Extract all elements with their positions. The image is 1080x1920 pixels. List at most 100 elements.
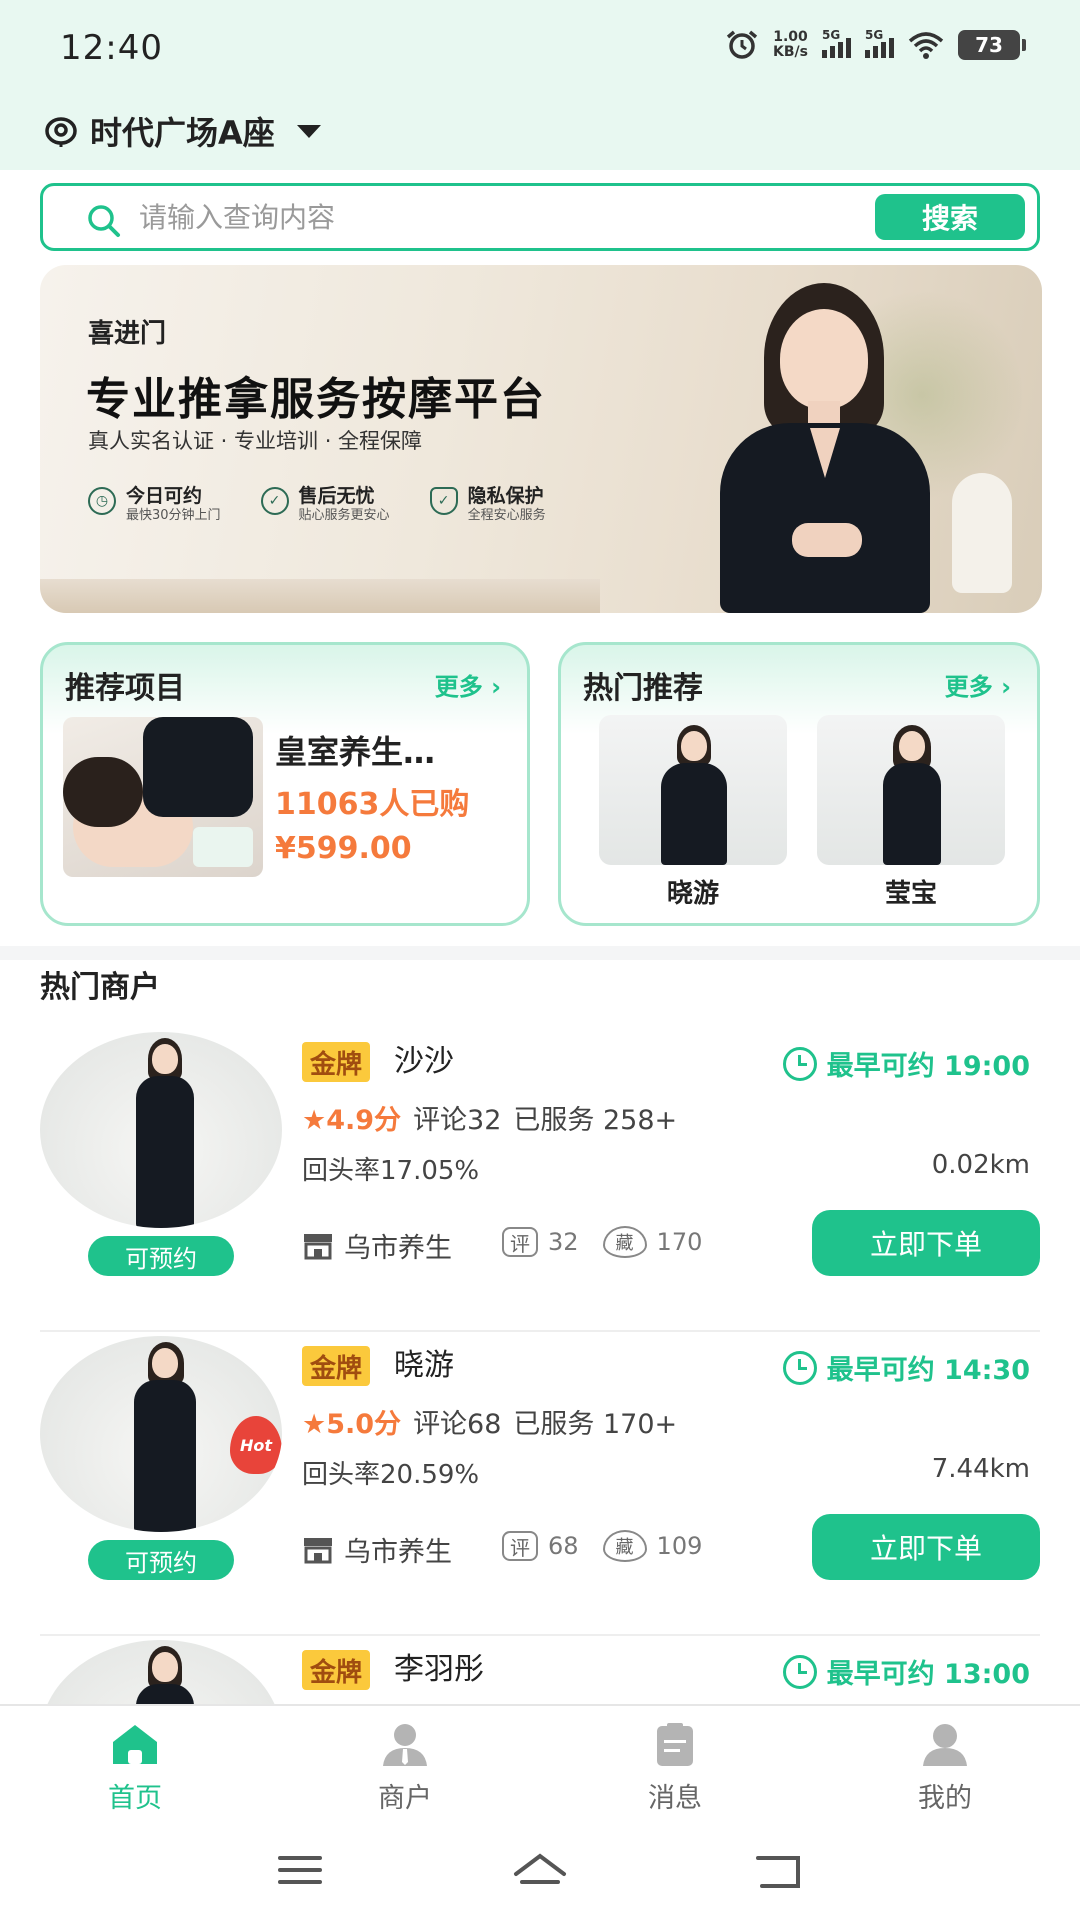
- feature-title: 隐私保护: [467, 485, 544, 507]
- gold-badge: 金牌: [302, 1650, 371, 1690]
- tab-home[interactable]: 首页: [0, 1706, 270, 1824]
- tab-profile[interactable]: 我的: [810, 1706, 1080, 1824]
- promo-banner[interactable]: 喜进门 专业推拿服务按摩平台 真人实名认证 · 专业培训 · 全程保障 ◷ 今日…: [40, 265, 1042, 613]
- wifi-icon: [908, 32, 944, 59]
- repeat-rate: 回头率20.59%: [302, 1460, 480, 1490]
- order-now-button[interactable]: 立即下单: [812, 1210, 1040, 1276]
- feature-desc: 全程安心服务: [467, 508, 546, 523]
- merchant-avatar[interactable]: Hot: [40, 1336, 282, 1532]
- banner-features: ◷ 今日可约 最快30分钟上门 ✓ 售后无忧 贴心服务更安心 ✓ 隐私保护 全程…: [88, 485, 546, 525]
- tab-messages[interactable]: 消息: [540, 1706, 810, 1824]
- search-bar[interactable]: 搜索: [40, 183, 1040, 251]
- recommend-card[interactable]: 推荐项目 更多 › 皇室养生… 11063人已购 ¥599.00: [40, 642, 530, 926]
- merchant-avatar[interactable]: [40, 1640, 282, 1704]
- search-input[interactable]: [139, 196, 799, 238]
- tab-label: 我的: [918, 1783, 972, 1814]
- product-price: ¥599.00: [275, 831, 412, 866]
- merchant-status-badge: 可预约: [88, 1540, 234, 1580]
- review-icon: 评: [502, 1227, 538, 1257]
- battery-indicator: 73: [958, 30, 1026, 60]
- shop-icon: [304, 1537, 332, 1563]
- feature-desc: 贴心服务更安心: [298, 508, 390, 523]
- bottom-tab-bar: 首页 商户 消息 我的: [0, 1704, 1080, 1824]
- favorite-count: 109: [656, 1532, 703, 1560]
- location-selector[interactable]: 时代广场A座: [44, 108, 321, 154]
- merchant-status-badge: 可预约: [88, 1236, 234, 1276]
- recommend-title: 推荐项目: [65, 671, 185, 706]
- shop-name: 乌市养生: [344, 1233, 452, 1264]
- shop-info[interactable]: 乌市养生: [302, 1530, 452, 1569]
- tab-merchant[interactable]: 商户: [270, 1706, 540, 1824]
- home-nav-icon[interactable]: [510, 1852, 570, 1892]
- hot-flame-icon: Hot: [230, 1416, 282, 1474]
- earliest-time-label: 最早可约 14:30: [826, 1355, 1030, 1386]
- merchant-name: 李羽彤: [394, 1652, 484, 1687]
- menu-icon[interactable]: [276, 1852, 324, 1888]
- net-speed-unit: KB/s: [773, 44, 808, 60]
- top-header: 12:40 1.00 KB/s 5G 5G 73 时代广场A座: [0, 0, 1080, 170]
- gold-badge: 金牌: [302, 1042, 371, 1082]
- earliest-time: 最早可约 13:00: [782, 1652, 1030, 1691]
- merchant-card[interactable]: 金牌 李羽彤 最早可约 13:00: [0, 1640, 1080, 1704]
- shop-icon: [304, 1233, 332, 1259]
- favorite-icon: 藏: [602, 1530, 647, 1562]
- feature-title: 今日可约: [126, 485, 203, 507]
- feature-item: ✓ 隐私保护 全程安心服务: [429, 485, 546, 525]
- recommend-more-link[interactable]: 更多 ›: [435, 667, 501, 702]
- signal-icon: 5G: [822, 28, 851, 58]
- feature-title: 售后无忧: [298, 485, 375, 507]
- merchant-name: 沙沙: [394, 1044, 454, 1079]
- clock-icon: [782, 1654, 817, 1689]
- merchant-card[interactable]: 可预约 金牌 沙沙 最早可约 19:00 ★4.9分 评论32 已服务 258+…: [0, 1032, 1080, 1332]
- hot-recommend-card[interactable]: 热门推荐 更多 › 晓游 莹宝: [558, 642, 1040, 926]
- earliest-time-label: 最早可约 13:00: [826, 1659, 1030, 1690]
- merchant-icon: [383, 1724, 427, 1766]
- review-count-text: 评论32: [413, 1105, 502, 1136]
- shop-name: 乌市养生: [344, 1537, 452, 1568]
- gold-badge: 金牌: [302, 1346, 371, 1386]
- merchant-counts: 评 32 藏 170: [502, 1226, 702, 1258]
- star-icon: ★: [302, 1409, 327, 1440]
- hot-item-name: 莹宝: [884, 879, 937, 909]
- product-name: 皇室养生…: [275, 733, 436, 771]
- earliest-time: 最早可约 14:30: [782, 1348, 1030, 1387]
- tab-label: 消息: [648, 1783, 702, 1814]
- merchants-title: 热门商户: [40, 970, 160, 1005]
- more-label: 更多: [944, 673, 993, 701]
- product-image[interactable]: [63, 717, 263, 877]
- merchant-stats: ★4.9分 评论32 已服务 258+: [302, 1098, 677, 1137]
- tab-label: 首页: [108, 1783, 162, 1814]
- status-bar: 12:40 1.00 KB/s 5G 5G 73: [0, 0, 1080, 95]
- review-count: 68: [548, 1532, 579, 1560]
- merchant-card[interactable]: Hot 可预约 金牌 晓游 最早可约 14:30 ★5.0分 评论68 已服务 …: [0, 1336, 1080, 1636]
- back-icon[interactable]: [752, 1852, 804, 1892]
- rating-value: 4.9分: [326, 1105, 402, 1136]
- favorite-count: 170: [656, 1228, 703, 1256]
- repeat-rate: 回头率17.05%: [302, 1156, 480, 1186]
- search-button[interactable]: 搜索: [875, 194, 1025, 240]
- clock-icon: [782, 1046, 817, 1081]
- check-circle-icon: ✓: [260, 487, 289, 515]
- review-count: 32: [548, 1228, 579, 1256]
- favorite-icon: 藏: [602, 1226, 647, 1258]
- location-name: 时代广场A座: [90, 114, 275, 152]
- tab-label: 商户: [378, 1783, 432, 1814]
- merchant-avatar[interactable]: [40, 1032, 282, 1228]
- hot-more-link[interactable]: 更多 ›: [945, 667, 1011, 702]
- banner-therapist-image: [700, 283, 950, 613]
- signal-label: 5G: [822, 28, 841, 42]
- rating: ★5.0分: [302, 1402, 401, 1441]
- hot-item-image[interactable]: [599, 715, 787, 865]
- more-label: 更多: [434, 673, 483, 701]
- shop-info[interactable]: 乌市养生: [302, 1226, 452, 1265]
- alarm-icon: [726, 30, 758, 59]
- system-nav-bar: [0, 1824, 1080, 1920]
- order-now-button[interactable]: 立即下单: [812, 1514, 1040, 1580]
- section-divider: [0, 946, 1080, 960]
- message-icon: [657, 1723, 693, 1766]
- rating: ★4.9分: [302, 1098, 401, 1137]
- location-pin-icon: [45, 117, 77, 147]
- divider: [40, 1330, 1040, 1332]
- signal-label: 5G: [865, 28, 884, 42]
- hot-item-image[interactable]: [817, 715, 1005, 865]
